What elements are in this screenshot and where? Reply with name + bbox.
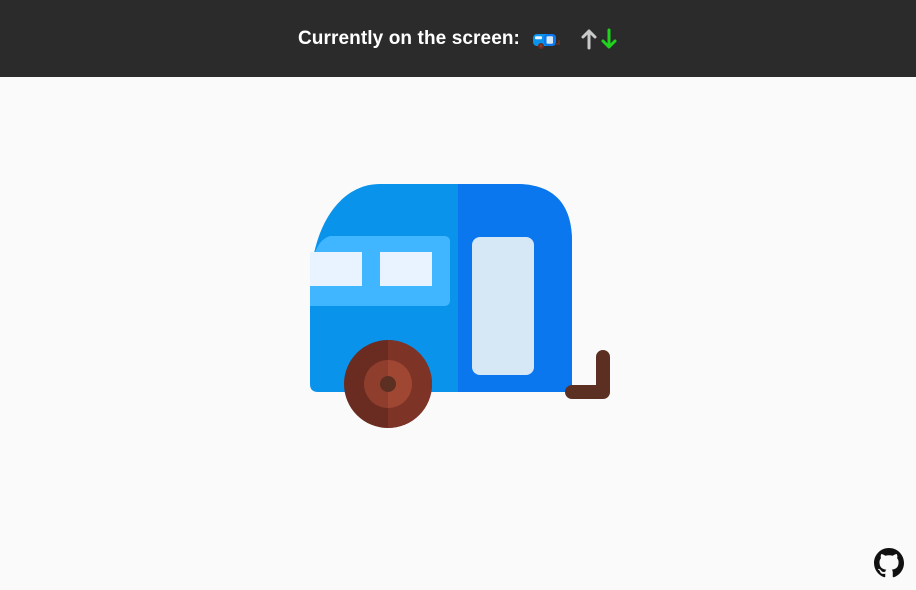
scroll-arrows [580,28,618,50]
top-status-bar: Currently on the screen: [0,0,916,77]
status-row: Currently on the screen: [298,28,618,50]
github-icon[interactable] [874,548,904,578]
emoji-stage [0,77,916,590]
status-label: Currently on the screen: [297,27,520,49]
camper-trailer-icon [310,184,610,428]
arrow-down-icon [601,28,617,48]
camper-trailer-icon [533,33,560,49]
arrow-up-icon [581,29,597,49]
